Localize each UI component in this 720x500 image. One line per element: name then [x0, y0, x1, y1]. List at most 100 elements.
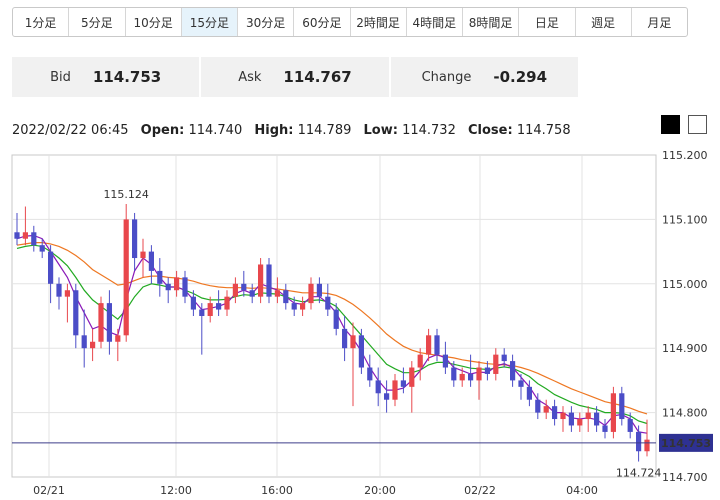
close-value: 114.758 — [516, 123, 571, 138]
candle-body — [459, 373, 465, 381]
candle-body — [619, 393, 625, 420]
y-tick-label: 114.800 — [662, 407, 708, 420]
candle-body — [400, 380, 406, 387]
dark-theme-button[interactable] — [661, 115, 680, 134]
candle-body — [56, 283, 62, 297]
x-tick-label: 16:00 — [261, 484, 293, 497]
open-value: 114.740 — [188, 123, 243, 138]
candle-body — [165, 283, 171, 291]
ohlc-datetime: 2022/02/22 06:45 — [12, 123, 129, 138]
candle-body — [434, 335, 440, 355]
candle-body — [468, 373, 474, 381]
candle-body — [342, 328, 348, 349]
candle-body — [174, 277, 180, 291]
candle-body — [333, 309, 339, 329]
candle-body — [552, 406, 558, 420]
high-value: 114.789 — [297, 123, 352, 138]
candle-body — [308, 283, 314, 304]
candle-body — [39, 245, 45, 252]
candle-body — [426, 335, 432, 355]
candle-body — [132, 219, 138, 259]
candle-body — [476, 367, 482, 381]
candle-body — [266, 264, 272, 297]
candle-body — [367, 367, 373, 381]
x-tick-label: 02/22 — [464, 484, 496, 497]
candle-body — [241, 283, 247, 291]
candle-body — [585, 412, 591, 420]
high-annotation: 115.124 — [103, 188, 149, 201]
timeframe-tab[interactable]: 15分足 — [181, 8, 238, 36]
candle-body — [48, 251, 54, 284]
candle-body — [216, 303, 222, 310]
candle-body — [526, 386, 532, 400]
candle-body — [73, 290, 79, 336]
change-box: Change -0.294 — [391, 57, 578, 97]
candle-body — [610, 393, 616, 432]
candle-body — [22, 232, 28, 239]
ask-box: Ask 114.767 — [201, 57, 391, 97]
timeframe-tab[interactable]: 5分足 — [69, 8, 126, 36]
timeframe-tab[interactable]: 4時間足 — [407, 8, 463, 36]
candle-body — [106, 303, 112, 342]
candlestick-chart[interactable]: 115.200 115.100 115.000 114.900 114.800 114.7… — [0, 140, 720, 500]
timeframe-tab[interactable]: 1分足 — [13, 8, 70, 36]
candle-body — [577, 419, 583, 426]
candle-body — [484, 367, 490, 374]
candle-body — [442, 354, 448, 368]
candle-body — [636, 431, 642, 452]
candle-body — [501, 354, 507, 362]
x-tick-label: 12:00 — [160, 484, 192, 497]
high-label: High: — [254, 123, 294, 138]
low-label: Low: — [363, 123, 398, 138]
timeframe-tab[interactable]: 10分足 — [126, 8, 182, 36]
candle-body — [568, 412, 574, 426]
candle-body — [375, 380, 381, 394]
candle-body — [316, 283, 322, 297]
timeframe-tab[interactable]: 週足 — [576, 8, 632, 36]
candle-body — [535, 399, 541, 413]
timeframe-tabs: 1分足 5分足 10分足 15分足 30分足 60分足 2時間足 4時間足 8時間足 日足 週足 月足 — [12, 7, 688, 37]
bid-value: 114.753 — [92, 68, 162, 86]
bid-label: Bid — [50, 69, 71, 85]
candle-body — [81, 335, 87, 349]
y-tick-label: 114.700 — [662, 471, 708, 484]
candle-body — [283, 290, 289, 304]
candle-body — [140, 251, 146, 259]
candle-body — [350, 335, 356, 349]
candle-body — [31, 232, 37, 246]
timeframe-tab[interactable]: 30分足 — [238, 8, 295, 36]
candle-body — [90, 341, 96, 349]
ask-value: 114.767 — [283, 68, 352, 86]
open-label: Open: — [140, 123, 185, 138]
x-tick-label: 04:00 — [566, 484, 598, 497]
y-tick-label: 114.900 — [662, 342, 708, 355]
candle-body — [64, 290, 70, 297]
candle-body — [258, 264, 264, 297]
timeframe-tab[interactable]: 60分足 — [294, 8, 351, 36]
candle-body — [157, 270, 163, 284]
low-value: 114.732 — [402, 123, 456, 138]
candle-body — [224, 296, 230, 310]
bid-box: Bid 114.753 — [12, 57, 202, 97]
candle-body — [182, 277, 188, 297]
candle-body — [358, 335, 364, 368]
timeframe-tab[interactable]: 月足 — [632, 8, 687, 36]
candle-body — [602, 425, 608, 432]
light-theme-button[interactable] — [688, 115, 707, 134]
timeframe-tab[interactable]: 2時間足 — [351, 8, 407, 36]
candle-body — [274, 290, 280, 297]
y-tick-label: 115.100 — [662, 213, 708, 226]
low-annotation: 114.724 — [616, 467, 662, 480]
candle-body — [232, 283, 238, 297]
candle-body — [493, 354, 499, 374]
candle-body — [325, 296, 331, 310]
timeframe-tab[interactable]: 日足 — [519, 8, 576, 36]
candle-body — [115, 335, 121, 342]
change-label: Change — [421, 69, 472, 85]
current-price-label: 114.753 — [661, 437, 711, 450]
x-tick-label: 20:00 — [364, 484, 396, 497]
timeframe-tab[interactable]: 8時間足 — [463, 8, 520, 36]
quote-panel: Bid 114.753 Ask 114.767 Change -0.294 — [12, 57, 578, 97]
y-tick-label: 115.200 — [662, 149, 708, 162]
change-value: -0.294 — [493, 68, 548, 86]
